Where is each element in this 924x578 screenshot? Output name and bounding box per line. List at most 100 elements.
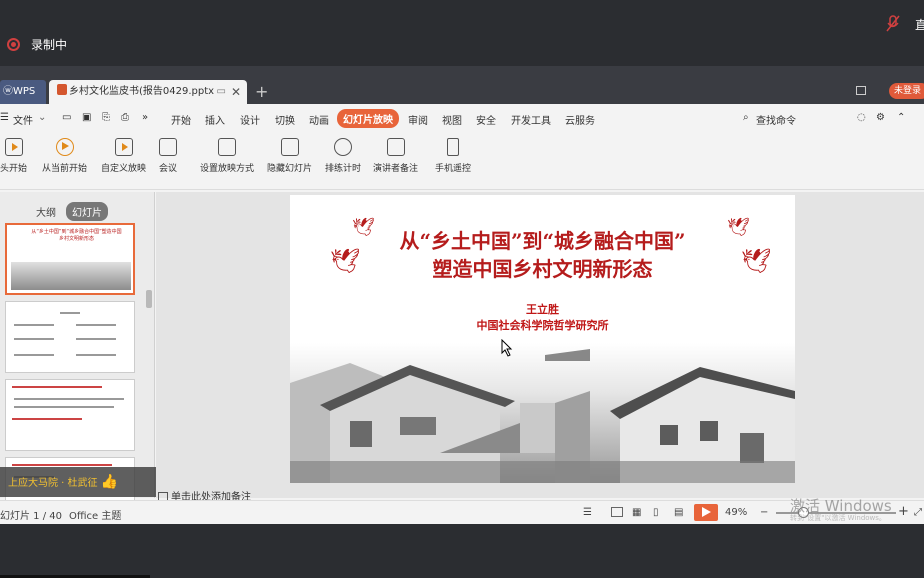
fit-window-icon[interactable]: ⤢ [914,507,922,518]
menu-developer[interactable]: 开发工具 [511,112,551,127]
slideshow-settings-button[interactable]: 设置放映方式 [200,138,254,174]
menu-security[interactable]: 安全 [476,112,496,127]
speaker-notes-label: 演讲者备注 [373,164,419,174]
reading-view-icon[interactable]: ▯ [653,507,659,518]
menu-file[interactable]: 文件 [13,112,33,127]
tab-wps-home[interactable]: ⓦWPS [0,80,46,104]
recording-right-label: 直 [915,18,924,32]
menu-transition[interactable]: 切换 [275,112,295,127]
open-folder-icon[interactable]: ▭ [62,112,71,123]
screen: 录制中 直 ⓦWPS 乡村文化监皮书(报告0429.pptx ▭ ✕ + 未登录… [0,0,924,578]
meeting-button[interactable]: 会议 [159,138,177,174]
slide-title-line2[interactable]: 塑造中国乡村文明新形态 [290,253,795,282]
rehearse-timing-label: 排练计时 [325,164,362,174]
windows-activation-subtext: 转到"设置"以激活 Windows。 [790,514,886,522]
thumbnail-line [14,338,54,340]
thumbnail-line [14,398,124,400]
hamburger-icon[interactable]: ☰ [0,112,9,123]
menu-cloud[interactable]: 云服务 [565,112,595,127]
thumbnail-line [14,354,54,356]
zoom-in-button[interactable]: + [898,504,909,519]
search-command[interactable]: 查找命令 [756,112,796,127]
phone-remote-button[interactable]: 手机遥控 [435,138,471,174]
new-tab-button[interactable]: + [255,80,268,104]
print-icon[interactable]: ⎙ [121,112,129,123]
banner-text: 上应大马院 · 杜武征 [8,478,98,489]
thumbnail-line [60,312,80,314]
slide-thumbnail-2[interactable] [5,301,135,373]
zoom-out-button[interactable]: − [760,507,768,518]
ribbon-toolbar: 头开始 从当前开始 自定义放映 会议 设置放映方式 隐藏幻灯片 排练计时 演讲者… [0,132,924,190]
tab-document[interactable]: 乡村文化监皮书(报告0429.pptx ▭ ✕ [49,80,247,104]
panel-tabs: 大纲 幻灯片 [0,202,155,221]
hide-slide-button[interactable]: 隐藏幻灯片 [267,138,312,174]
menu-animation[interactable]: 动画 [309,112,329,127]
slide-title-line1[interactable]: 从“乡土中国”到“城乡融合中国” [290,225,795,254]
phone-icon [447,138,459,156]
sync-icon[interactable]: ◌ [857,112,866,123]
tab-window-icon[interactable]: ▭ [217,80,226,104]
slide-organization[interactable]: 中国社会科学院哲学研究所 [290,317,795,333]
bottom-area [0,524,924,578]
export-icon[interactable]: ⎘ [102,112,110,123]
thumbnail-line [76,354,116,356]
search-icon[interactable]: ⌕ [743,112,749,123]
play-icon [55,138,74,156]
tab-slides[interactable]: 幻灯片 [66,202,108,221]
thumbs-up-icon: 👍 [100,474,118,490]
wps-logo-icon: ⓦ [3,86,13,97]
menu-slideshow[interactable]: 幻灯片放映 [337,109,399,128]
slide-counter: 幻灯片 1 / 40 [0,511,62,522]
thumbnail-line [76,324,116,326]
notes-toggle-icon[interactable]: ☰ [583,507,592,518]
theme-name: Office 主题 [69,511,122,522]
tab-bar: ⓦWPS 乡村文化监皮书(报告0429.pptx ▭ ✕ + 未登录 [0,66,924,104]
tab-outline[interactable]: 大纲 [36,204,56,219]
custom-show-icon [114,138,133,156]
speaker-notes-button[interactable]: 演讲者备注 [373,138,418,174]
login-button[interactable]: 未登录 [889,83,924,99]
play-from-start-button[interactable]: 头开始 [0,138,27,174]
panel-scrollbar[interactable] [146,290,152,308]
slideshow-settings-icon [218,138,236,156]
meeting-label: 会议 [159,164,178,174]
presenter-view-icon[interactable]: ▤ [674,507,683,518]
menu-design[interactable]: 设计 [240,112,260,127]
save-icon[interactable]: ▣ [82,112,91,123]
thumbnail-line [76,338,116,340]
zoom-level[interactable]: 49% [725,507,747,518]
status-bar: 幻灯片 1 / 40 Office 主题 ☰ ▦ ▯ ▤ 49% − + ⤢ [0,500,924,524]
collapse-ribbon-icon[interactable]: ⌃ [897,112,905,123]
menu-view[interactable]: 视图 [442,112,462,127]
hide-slide-label: 隐藏幻灯片 [267,164,313,174]
wps-window: ⓦWPS 乡村文化监皮书(报告0429.pptx ▭ ✕ + 未登录 ☰ 文件 … [0,66,924,529]
slide-author[interactable]: 王立胜 [290,301,795,317]
settings-icon[interactable]: ⚙ [876,112,885,123]
current-slide[interactable]: 🕊 🕊 🕊 🕊 从“乡土中国”到“城乡融合中国” 塑造中国乡村文明新形态 王立胜… [290,195,795,483]
rehearse-timing-button[interactable]: 排练计时 [325,138,361,174]
phone-remote-label: 手机遥控 [435,164,472,174]
play-from-current-button[interactable]: 从当前开始 [42,138,87,174]
video-overlay-banner: 上应大马院 · 杜武征 👍 [0,467,157,497]
slide-thumbnail-3[interactable] [5,379,135,451]
dropdown-icon[interactable]: ⌄ [38,112,46,123]
thumbnail-title: 从“乡土中国”到“城乡融合中国”塑造中国乡村文明新形态 [31,229,122,242]
more-menu[interactable]: » [142,112,148,123]
normal-view-icon[interactable] [611,507,623,517]
record-icon[interactable] [7,38,20,51]
slide-thumbnail-1[interactable]: 从“乡土中国”到“城乡融合中国”塑造中国乡村文明新形态 [5,223,135,295]
thumbnail-bar [12,386,102,388]
menu-insert[interactable]: 插入 [205,112,225,127]
play-slideshow-button[interactable] [694,504,718,521]
mic-muted-icon[interactable] [886,14,900,34]
screen-play-icon [4,138,23,156]
thumbnail-line [14,324,54,326]
slide-sorter-icon[interactable]: ▦ [632,507,641,518]
window-layout-icon[interactable] [856,86,866,95]
menu-review[interactable]: 审阅 [408,112,428,127]
thumbnail-image [11,262,131,290]
custom-show-button[interactable]: 自定义放映 [101,138,146,174]
hide-slide-icon [280,138,299,156]
close-tab-icon[interactable]: ✕ [231,80,241,104]
menu-start[interactable]: 开始 [171,112,191,127]
